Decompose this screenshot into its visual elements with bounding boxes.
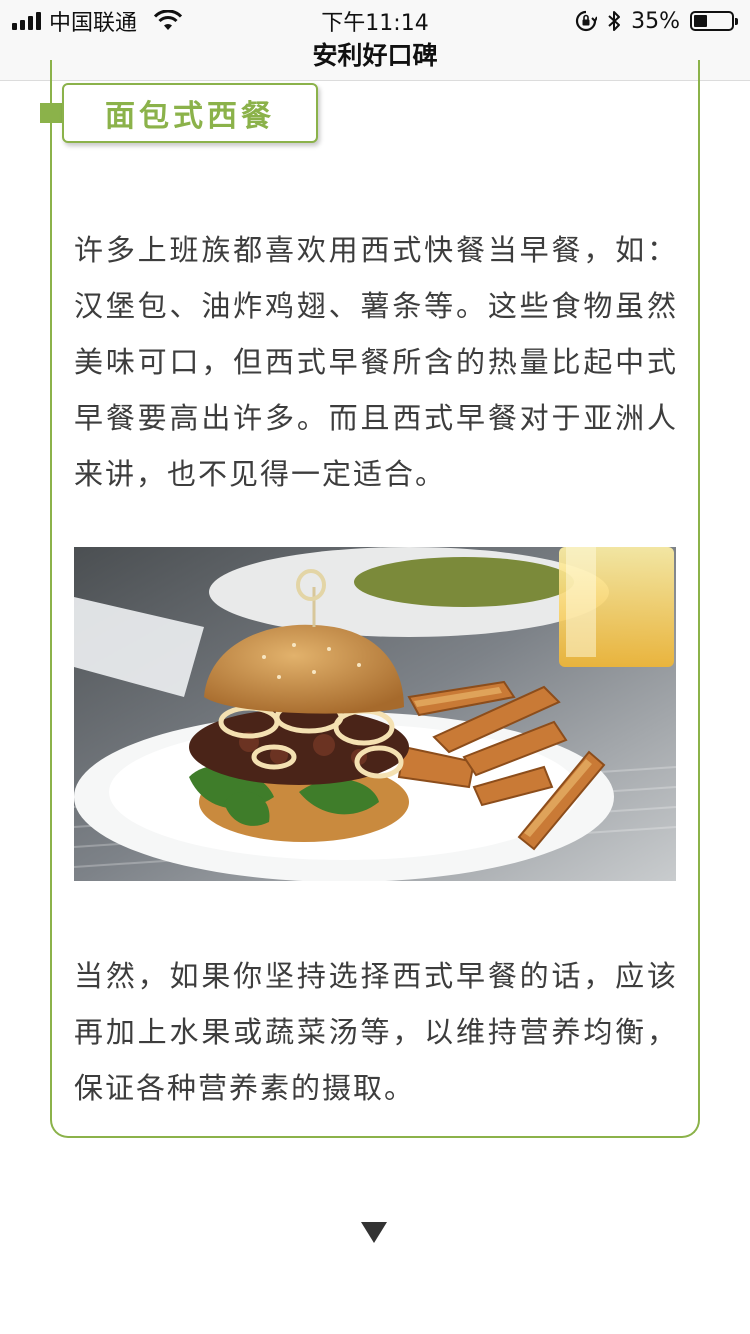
carrier-group: 中国联通 — [12, 6, 183, 36]
down-triangle-icon[interactable] — [361, 1222, 387, 1243]
paragraph-2: 当然，如果你坚持选择西式早餐的话，应该再加上水果或蔬菜汤等，以维持营养均衡，保证… — [74, 959, 678, 1105]
orientation-lock-icon — [576, 10, 598, 32]
battery-icon — [690, 11, 738, 31]
section-tag: 面包式西餐 — [62, 83, 318, 143]
signal-icon — [12, 12, 41, 30]
battery-percent: 35% — [631, 8, 680, 34]
burger-photo — [74, 547, 676, 881]
battery-level — [694, 15, 707, 27]
status-right-group: 35% — [575, 6, 738, 36]
carrier-name: 中国联通 — [49, 11, 138, 36]
bluetooth-icon — [608, 11, 621, 31]
paragraph-1: 许多上班族都喜欢用西式快餐当早餐，如：汉堡包、油炸鸡翅、薯条等。这些食物虽然美味… — [74, 233, 678, 491]
wifi-icon — [153, 10, 183, 30]
